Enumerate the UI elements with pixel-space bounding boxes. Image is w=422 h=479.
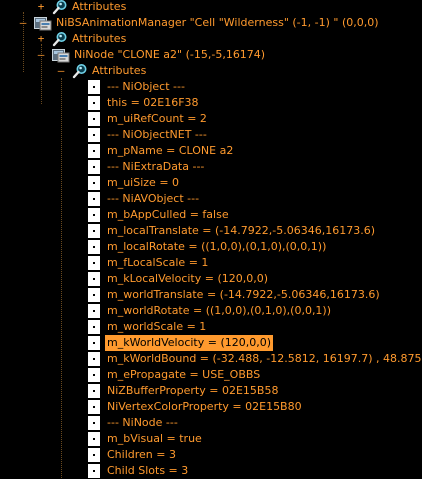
tree-item-label: m_localTranslate = (-14.7922,-5.06346,16…: [107, 224, 375, 237]
tree-leaf-row[interactable]: m_kWorldBound = (-32.488, -12.5812, 1619…: [88, 351, 422, 367]
property-leaf-icon: [88, 304, 100, 318]
tree-leaf-row[interactable]: NiZBufferProperty = 02E15B58: [88, 383, 278, 399]
property-leaf-icon: [88, 192, 100, 206]
tree-leaf-row[interactable]: m_kLocalVelocity = (120,0,0): [88, 271, 268, 287]
tree-node-row[interactable]: – NiNode "CLONE a2" (-15,-5,16174): [36, 47, 265, 63]
tree-item-label: m_ePropagate = USE_OBBS: [107, 368, 261, 381]
property-leaf-icon: [88, 128, 100, 142]
tree-leaf-row[interactable]: --- NiAVObject ---: [88, 191, 199, 207]
tree-leaf-row[interactable]: m_pName = CLONE a2: [88, 143, 233, 159]
tree-connector-line: [61, 78, 62, 478]
property-leaf-icon: [88, 352, 100, 366]
tree-leaf-row[interactable]: m_bAppCulled = false: [88, 207, 229, 223]
property-leaf-icon: [88, 256, 100, 270]
tree-item-label: m_fLocalScale = 1: [107, 256, 209, 269]
expand-icon[interactable]: +: [36, 0, 46, 15]
property-leaf-icon: [88, 272, 100, 286]
property-leaf-icon: [88, 288, 100, 302]
tree-leaf-row[interactable]: m_localRotate = ((1,0,0),(0,1,0),(0,0,1)…: [88, 239, 326, 255]
tree-leaf-row[interactable]: --- NiObject ---: [88, 79, 185, 95]
tree-item-label: Attributes: [72, 32, 127, 45]
property-leaf-icon: [88, 432, 100, 446]
tree-leaf-row[interactable]: Children = 3: [88, 447, 176, 463]
tree-leaf-row[interactable]: m_worldTranslate = (-14.7922,-5.06346,16…: [88, 287, 380, 303]
tree-item-label: m_worldScale = 1: [107, 320, 207, 333]
property-leaf-icon: [88, 240, 100, 254]
property-leaf-icon: [88, 144, 100, 158]
property-leaf-icon: [88, 464, 100, 478]
property-leaf-icon: [88, 336, 100, 350]
collapse-icon[interactable]: –: [36, 47, 46, 63]
property-leaf-icon: [88, 96, 100, 110]
tree-item-label: NiZBufferProperty = 02E15B58: [107, 384, 279, 397]
property-leaf-icon: [88, 416, 100, 430]
expand-icon[interactable]: +: [36, 31, 46, 47]
tree-item-label: NiNode "CLONE a2" (-15,-5,16174): [74, 48, 266, 61]
property-leaf-icon: [88, 384, 100, 398]
property-leaf-icon: [88, 448, 100, 462]
property-leaf-icon: [88, 208, 100, 222]
property-leaf-icon: [88, 368, 100, 382]
tree-leaf-row[interactable]: this = 02E16F38: [88, 95, 199, 111]
magnifier-icon: [72, 63, 88, 79]
tree-leaf-row[interactable]: m_worldScale = 1: [88, 319, 206, 335]
tree-leaf-row[interactable]: m_bVisual = true: [88, 431, 202, 447]
tree-item-label: m_worldRotate = ((1,0,0),(0,1,0),(0,0,1)…: [107, 304, 332, 317]
tree-leaf-row[interactable]: m_uiRefCount = 2: [88, 111, 207, 127]
tree-item-label: --- NiAVObject ---: [107, 192, 200, 205]
tree-leaf-row[interactable]: NiVertexColorProperty = 02E15B80: [88, 399, 302, 415]
property-leaf-icon: [88, 160, 100, 174]
tree-item-label: --- NiNode ---: [107, 416, 178, 429]
tree-item-label: --- NiObject ---: [107, 80, 185, 93]
property-leaf-icon: [88, 112, 100, 126]
tree-leaf-row[interactable]: --- NiObjectNET ---: [88, 127, 207, 143]
tree-item-label: NiVertexColorProperty = 02E15B80: [107, 400, 302, 413]
tree-item-label: m_bVisual = true: [107, 432, 202, 445]
property-leaf-icon: [88, 400, 100, 414]
tree-item-label: Attributes: [72, 0, 127, 13]
tree-item-label: NiBSAnimationManager "Cell "Wilderness" …: [56, 16, 379, 29]
scene-graph-tree[interactable]: + Attributes – NiBSAnimationManager "Cell "…: [0, 0, 422, 478]
property-leaf-icon: [88, 320, 100, 334]
property-leaf-icon: [88, 176, 100, 190]
tree-item-label: m_bAppCulled = false: [107, 208, 229, 221]
tree-leaf-row[interactable]: m_localTranslate = (-14.7922,-5.06346,16…: [88, 223, 375, 239]
collapse-icon[interactable]: –: [18, 15, 28, 31]
tree-item-label: m_kWorldBound = (-32.488, -12.5812, 1619…: [107, 352, 422, 365]
magnifier-icon: [52, 31, 68, 47]
tree-leaf-row[interactable]: --- NiNode ---: [88, 415, 178, 431]
tree-item-label: m_localRotate = ((1,0,0),(0,1,0),(0,0,1)…: [107, 240, 327, 253]
tree-node-row[interactable]: – Attributes: [56, 63, 146, 79]
node-icon: [52, 47, 70, 63]
tree-item-label: m_uiSize = 0: [107, 176, 180, 189]
tree-node-row[interactable]: + Attributes: [36, 0, 126, 15]
tree-item-label: Children = 3: [107, 448, 176, 461]
tree-item-label: m_pName = CLONE a2: [107, 144, 234, 157]
tree-item-label: --- NiExtraData ---: [107, 160, 205, 173]
tree-leaf-row[interactable]: --- NiExtraData ---: [88, 159, 204, 175]
tree-item-label: --- NiObjectNET ---: [107, 128, 207, 141]
tree-item-label: m_uiRefCount = 2: [107, 112, 207, 125]
tree-item-label: m_worldTranslate = (-14.7922,-5.06346,16…: [107, 288, 380, 301]
tree-leaf-row[interactable]: m_ePropagate = USE_OBBS: [88, 367, 260, 383]
property-leaf-icon: [88, 224, 100, 238]
tree-node-row[interactable]: – NiBSAnimationManager "Cell "Wilderness"…: [18, 15, 379, 31]
tree-leaf-row[interactable]: m_kWorldVelocity = (120,0,0): [88, 334, 275, 352]
tree-node-row[interactable]: + Attributes: [36, 31, 126, 47]
magnifier-icon: [52, 0, 68, 15]
property-leaf-icon: [88, 80, 100, 94]
tree-item-label: Attributes: [92, 64, 147, 77]
tree-item-label: this = 02E16F38: [107, 96, 199, 109]
tree-item-label: m_kWorldVelocity = (120,0,0): [103, 334, 275, 352]
tree-item-label: m_kLocalVelocity = (120,0,0): [107, 272, 269, 285]
tree-leaf-row[interactable]: m_fLocalScale = 1: [88, 255, 208, 271]
tree-leaf-row[interactable]: m_worldRotate = ((1,0,0),(0,1,0),(0,0,1)…: [88, 303, 331, 319]
collapse-icon[interactable]: –: [56, 63, 66, 79]
node-icon: [34, 15, 52, 31]
tree-leaf-row[interactable]: m_uiSize = 0: [88, 175, 179, 191]
